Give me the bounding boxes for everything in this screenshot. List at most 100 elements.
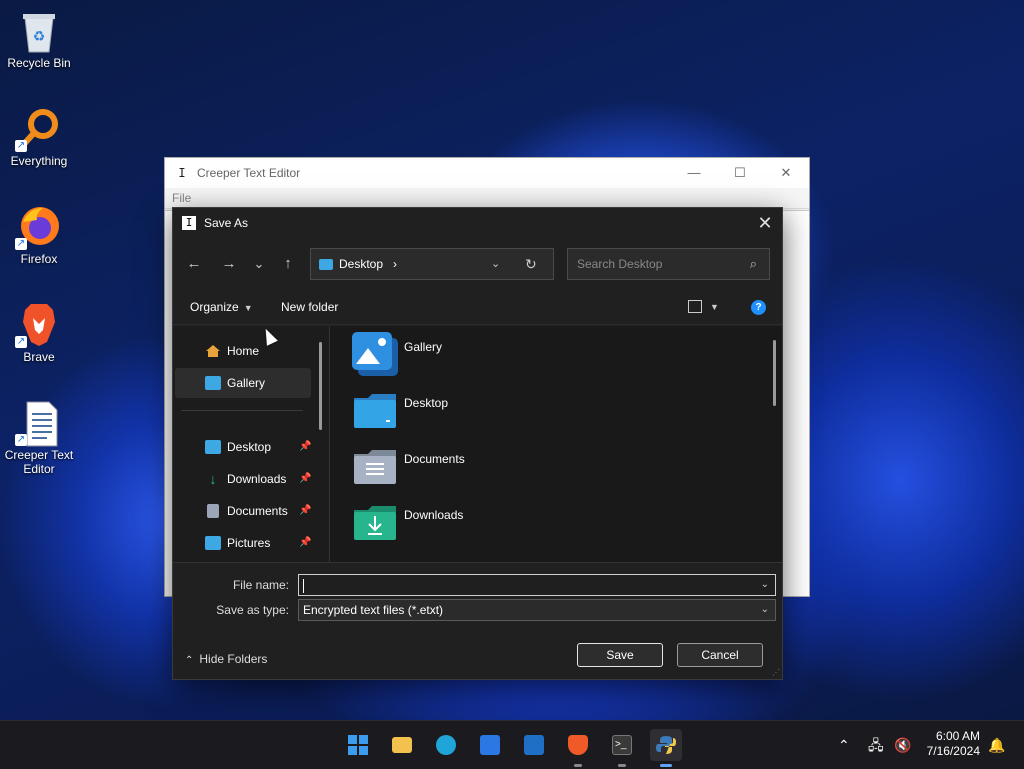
file-name-label: File name:	[232, 578, 289, 592]
taskbar-file-explorer[interactable]	[386, 729, 418, 761]
search-icon: ⌕	[749, 256, 757, 271]
nav-item-desktop[interactable]: Desktop 📌	[175, 432, 311, 462]
taskbar-store[interactable]	[474, 729, 506, 761]
shortcut-arrow-icon: ↗	[15, 434, 27, 446]
forward-arrow-icon[interactable]: →	[216, 248, 242, 280]
file-item-documents[interactable]: Documents	[352, 442, 592, 490]
desktop-icon-brave[interactable]: ↗ Brave	[4, 302, 74, 364]
notifications-bell-icon[interactable]: 🔔	[988, 735, 1005, 755]
taskbar-terminal[interactable]: >_	[606, 729, 638, 767]
desktop-icon-label: Firefox	[20, 252, 58, 266]
nav-item-label: Home	[227, 344, 260, 358]
nav-item-pictures[interactable]: Pictures 📌	[175, 528, 311, 558]
svg-text:♻: ♻	[33, 28, 46, 44]
address-location[interactable]: Desktop	[339, 249, 383, 279]
clock-date: 7/16/2024	[926, 744, 980, 758]
up-arrow-icon[interactable]: ↑	[275, 248, 301, 280]
save-as-dialog: I Save As ✕ ← → ⌄ ↑ Desktop › ⌄ ↻ Search…	[172, 207, 783, 680]
desktop-icon-creeper-text-editor[interactable]: ↗ Creeper Text Editor	[4, 400, 74, 476]
menu-file[interactable]: File	[172, 191, 191, 205]
file-item-downloads[interactable]: Downloads	[352, 498, 592, 546]
taskbar-outlook[interactable]	[518, 729, 550, 761]
nav-item-documents[interactable]: Documents 📌	[175, 496, 311, 526]
firefox-icon: ↗	[15, 204, 61, 250]
file-item-desktop[interactable]: Desktop	[352, 386, 592, 434]
network-icon[interactable]: 🖧	[868, 735, 884, 755]
dialog-footer: File name: ⌄ Save as type: Encrypted tex…	[173, 562, 782, 679]
pictures-icon	[205, 536, 221, 550]
hide-folders-button[interactable]: ⌃ Hide Folders	[185, 649, 267, 671]
back-arrow-icon[interactable]: ←	[181, 248, 207, 280]
show-hidden-icons-chevron-icon[interactable]: ⌃	[838, 735, 850, 755]
desktop-icon-everything[interactable]: ↗ Everything	[4, 106, 74, 168]
file-item-label: Documents	[404, 452, 465, 466]
pin-icon: 📌	[299, 441, 312, 452]
gallery-icon	[205, 376, 221, 390]
shortcut-arrow-icon: ↗	[15, 238, 27, 250]
address-bar[interactable]: Desktop › ⌄ ↻	[310, 248, 554, 280]
desktop-icon-label: Brave	[23, 350, 55, 364]
taskbar-brave[interactable]	[562, 729, 594, 767]
nav-item-gallery[interactable]: Gallery	[175, 368, 311, 398]
running-indicator	[574, 764, 582, 767]
clock[interactable]: 6:00 AM 7/16/2024	[927, 729, 980, 759]
file-name-input[interactable]: ⌄	[298, 574, 776, 596]
search-input[interactable]: Search Desktop ⌕	[567, 248, 770, 280]
nav-pane-scrollbar[interactable]	[319, 342, 322, 430]
taskbar-python[interactable]	[650, 729, 682, 767]
documents-icon	[207, 504, 219, 518]
minimize-button[interactable]: —	[671, 158, 717, 188]
view-dropdown-icon[interactable]: ▼	[710, 294, 719, 320]
desktop-icon-recycle-bin[interactable]: ♻ Recycle Bin	[4, 8, 74, 70]
file-pane-scrollbar[interactable]	[773, 340, 776, 406]
volume-muted-icon[interactable]: 🔇	[894, 735, 911, 755]
python-icon	[656, 735, 676, 755]
address-dropdown-icon[interactable]: ⌄	[491, 249, 500, 279]
file-list-pane: Gallery Desktop Documents Downloads	[330, 326, 782, 562]
desktop-folder-icon	[205, 440, 221, 454]
cancel-button[interactable]: Cancel	[677, 643, 763, 667]
terminal-icon: >_	[612, 735, 632, 755]
file-explorer-icon	[392, 737, 412, 753]
brave-icon: ↗	[15, 302, 61, 348]
dialog-close-button[interactable]: ✕	[750, 208, 780, 238]
file-item-label: Downloads	[404, 508, 464, 522]
save-button[interactable]: Save	[577, 643, 663, 667]
maximize-button[interactable]: ☐	[717, 158, 763, 188]
nav-item-downloads[interactable]: ↓ Downloads 📌	[175, 464, 312, 494]
breadcrumb-separator-icon[interactable]: ›	[393, 249, 397, 279]
editor-menubar: File	[165, 188, 809, 209]
help-icon[interactable]: ?	[751, 300, 766, 315]
save-as-type-label: Save as type:	[216, 603, 289, 617]
taskbar-edge[interactable]	[430, 729, 462, 761]
text-caret	[303, 578, 304, 593]
view-options-icon[interactable]	[688, 300, 702, 313]
shortcut-arrow-icon: ↗	[15, 140, 27, 152]
organize-button[interactable]: Organize ▼	[190, 294, 253, 321]
new-folder-button[interactable]: New folder	[281, 294, 338, 320]
desktop-icon-label: Recycle Bin	[7, 56, 71, 70]
chevron-down-icon[interactable]: ⌄	[761, 575, 769, 595]
text-cursor-icon: I	[182, 216, 196, 230]
nav-item-label: Downloads	[227, 472, 287, 486]
windows-logo-icon	[348, 735, 368, 755]
recent-locations-chevron-icon[interactable]: ⌄	[246, 248, 272, 280]
nav-item-home[interactable]: Home	[175, 336, 311, 366]
editor-titlebar[interactable]: I Creeper Text Editor — ☐ ✕	[165, 158, 809, 188]
chevron-down-icon: ⌄	[760, 604, 769, 615]
desktop-folder-icon	[352, 386, 398, 432]
file-item-label: Desktop	[404, 396, 449, 410]
save-as-type-select[interactable]: Encrypted text files (*.etxt) ⌄	[298, 599, 776, 621]
resize-grip-icon[interactable]: ⋰	[772, 669, 780, 677]
hide-folders-label: Hide Folders	[199, 652, 268, 666]
dialog-titlebar[interactable]: I Save As ✕	[173, 208, 782, 238]
file-item-gallery[interactable]: Gallery	[352, 330, 592, 378]
clock-time: 6:00 AM	[935, 729, 980, 743]
desktop-icon-firefox[interactable]: ↗ Firefox	[4, 204, 74, 266]
file-item-label: Gallery	[404, 340, 443, 354]
text-cursor-icon: I	[178, 166, 186, 180]
refresh-icon[interactable]: ↻	[525, 249, 537, 279]
search-placeholder: Search Desktop	[577, 257, 663, 271]
close-button[interactable]: ✕	[763, 158, 809, 188]
start-button[interactable]	[342, 729, 374, 761]
